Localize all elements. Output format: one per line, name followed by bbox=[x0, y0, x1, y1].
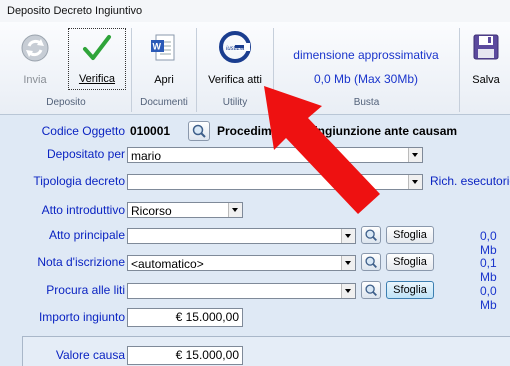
rich-esecutorieta-label: Rich. esecutorietà bbox=[430, 174, 510, 188]
codice-oggetto-label: Codice Oggetto bbox=[41, 124, 125, 138]
window-title: Deposito Decreto Ingiuntivo bbox=[7, 5, 143, 17]
atto-principale-select[interactable] bbox=[127, 228, 356, 244]
nota-iscrizione-label: Nota d'iscrizione bbox=[37, 255, 125, 269]
group-label-deposito: Deposito bbox=[46, 97, 86, 108]
tipologia-decreto-label: Tipologia decreto bbox=[33, 174, 125, 188]
separator bbox=[459, 28, 460, 112]
red-arrow-annotation bbox=[264, 86, 380, 214]
magnifier-icon bbox=[365, 256, 377, 268]
atto-principale-size: 0,0 Mb bbox=[480, 229, 497, 257]
ribbon: Invia Verifica W Apri iustizia Verifica … bbox=[0, 22, 510, 115]
magnifier-icon bbox=[365, 229, 377, 241]
procura-search-button[interactable] bbox=[361, 281, 381, 299]
procura-liti-label: Procura alle liti bbox=[46, 283, 125, 297]
atto-principale-search-button[interactable] bbox=[361, 226, 381, 244]
chevron-down-icon[interactable] bbox=[341, 256, 355, 270]
giustizia-logo-icon: iustizia bbox=[219, 31, 251, 63]
checkmark-icon bbox=[82, 33, 112, 63]
nota-sfoglia-button[interactable]: Sfoglia bbox=[386, 253, 434, 271]
importo-ingiunto-input[interactable]: € 15.000,00 bbox=[127, 308, 243, 327]
codice-oggetto-value: 010001 bbox=[130, 124, 171, 138]
invia-button[interactable]: Invia bbox=[6, 28, 64, 90]
atto-principale-sfoglia-button[interactable]: Sfoglia bbox=[386, 226, 434, 244]
svg-text:W: W bbox=[153, 42, 162, 52]
codice-search-button[interactable] bbox=[188, 121, 210, 141]
nota-search-button[interactable] bbox=[361, 253, 381, 271]
procura-size: 0,0 Mb bbox=[480, 284, 497, 312]
verifica-atti-button[interactable]: iustizia Verifica atti bbox=[200, 28, 270, 90]
dimensione-label: dimensione approssimativa bbox=[293, 48, 439, 62]
atto-introduttivo-label: Atto introduttivo bbox=[41, 203, 125, 217]
apri-button[interactable]: W Apri bbox=[135, 28, 193, 90]
depositato-per-label: Depositato per bbox=[46, 147, 125, 161]
valore-causa-input[interactable]: € 15.000,00 bbox=[127, 346, 243, 365]
chevron-down-icon[interactable] bbox=[341, 229, 355, 243]
procura-liti-select[interactable] bbox=[127, 283, 356, 299]
magnifier-icon bbox=[192, 124, 206, 138]
nota-size: 0,1 Mb bbox=[480, 256, 497, 284]
refresh-icon bbox=[21, 34, 49, 62]
group-label-documenti: Documenti bbox=[140, 97, 188, 108]
importo-ingiunto-label: Importo ingiunto bbox=[38, 310, 125, 324]
salva-button[interactable]: Salva bbox=[462, 28, 510, 90]
floppy-disk-icon bbox=[473, 34, 499, 60]
chevron-down-icon[interactable] bbox=[228, 203, 242, 217]
chevron-down-icon[interactable] bbox=[408, 148, 422, 162]
title-bar: Deposito Decreto Ingiuntivo bbox=[0, 0, 510, 23]
chevron-down-icon[interactable] bbox=[408, 175, 422, 189]
atto-introduttivo-select[interactable]: Ricorso bbox=[127, 202, 243, 218]
chevron-down-icon[interactable] bbox=[341, 284, 355, 298]
word-document-icon: W bbox=[150, 34, 176, 62]
atto-principale-label: Atto principale bbox=[48, 228, 125, 242]
verifica-button[interactable]: Verifica bbox=[68, 28, 126, 90]
nota-iscrizione-select[interactable]: <automatico> bbox=[127, 255, 356, 271]
procura-sfoglia-button[interactable]: Sfoglia bbox=[386, 281, 434, 299]
svg-text:iustizia: iustizia bbox=[226, 46, 245, 52]
magnifier-icon bbox=[365, 284, 377, 296]
valore-causa-label: Valore causa bbox=[55, 348, 125, 362]
